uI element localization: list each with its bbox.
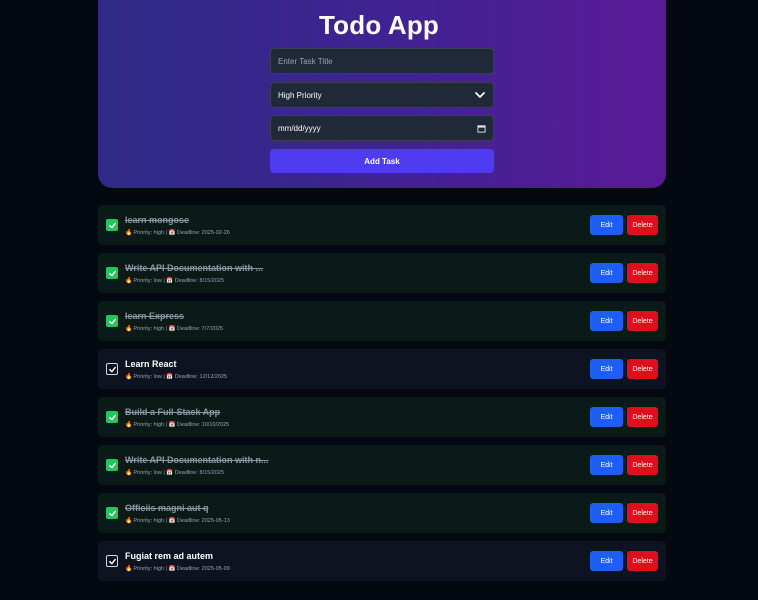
- task-meta: 🔥 Priority: high | 📅 Deadline: 2025-05-13: [125, 517, 230, 525]
- task-title-placeholder: Enter Task Title: [278, 56, 333, 66]
- task-meta-text: Priority: low | 📅 Deadline: 12/12/2025: [133, 373, 228, 380]
- delete-button[interactable]: Delete: [627, 407, 658, 427]
- task-row: Write API Documentation with n... 🔥 Priori…: [98, 445, 666, 485]
- task-meta: 🔥 Priority: low | 📅 Deadline: 8/15/2025: [125, 277, 225, 285]
- task-title: learn mongose: [125, 215, 190, 225]
- task-row: Officiis magni aut q 🔥 Priority: high | 📅 …: [98, 493, 666, 533]
- task-meta-text: Priority: high | 📅 Deadline: 2025-02-26: [133, 229, 230, 236]
- checkmark-icon: [108, 318, 116, 324]
- edit-button[interactable]: Edit: [590, 551, 623, 571]
- task-meta-text: Priority: high | 📅 Deadline: 10/10/2025: [133, 421, 230, 428]
- delete-button[interactable]: Delete: [627, 455, 658, 475]
- task-meta-text: Priority: low | 📅 Deadline: 8/15/2025: [133, 469, 225, 476]
- calendar-icon[interactable]: [477, 124, 486, 133]
- task-meta-text: Priority: high | 📅 Deadline: 2025-05-09: [133, 565, 230, 572]
- edit-button[interactable]: Edit: [590, 455, 623, 475]
- task-checkbox[interactable]: [106, 459, 118, 471]
- delete-button[interactable]: Delete: [627, 359, 658, 379]
- fire-icon: 🔥: [125, 566, 133, 572]
- fire-icon: 🔥: [125, 326, 133, 332]
- add-task-button[interactable]: Add Task: [270, 149, 494, 173]
- edit-button[interactable]: Edit: [590, 263, 623, 283]
- deadline-placeholder: mm/dd/yyyy: [278, 123, 321, 133]
- todo-app: Todo App Enter Task Title High Priority …: [0, 0, 758, 600]
- task-meta-text: Priority: low | 📅 Deadline: 8/15/2025: [133, 277, 225, 284]
- task-row: learn mongose 🔥 Priority: high | 📅 Deadlin…: [98, 205, 666, 245]
- checkmark-icon: [108, 366, 116, 372]
- task-row: Build a Full-Stack App 🔥 Priority: high | …: [98, 397, 666, 437]
- fire-icon: 🔥: [125, 470, 133, 476]
- task-list: learn mongose 🔥 Priority: high | 📅 Deadlin…: [98, 205, 666, 589]
- chevron-down-icon: [475, 92, 485, 98]
- task-title: Write API Documentation with ...: [125, 263, 264, 273]
- fire-icon: 🔥: [125, 374, 133, 380]
- edit-button[interactable]: Edit: [590, 311, 623, 331]
- task-row: learn Express 🔥 Priority: high | 📅 Deadlin…: [98, 301, 666, 341]
- task-row: Learn React 🔥 Priority: low | 📅 Deadline: …: [98, 349, 666, 389]
- checkmark-icon: [108, 462, 116, 468]
- fire-icon: 🔥: [125, 422, 133, 428]
- task-meta-text: Priority: high | 📅 Deadline: 7/7/2025: [133, 325, 224, 332]
- task-row: Write API Documentation with ... 🔥 Priorit…: [98, 253, 666, 293]
- task-checkbox[interactable]: [106, 267, 118, 279]
- task-checkbox[interactable]: [106, 315, 118, 327]
- task-title: Officiis magni aut q: [125, 503, 209, 513]
- checkmark-icon: [108, 270, 116, 276]
- fire-icon: 🔥: [125, 278, 133, 284]
- task-checkbox[interactable]: [106, 363, 118, 375]
- task-title: learn Express: [125, 311, 185, 321]
- edit-button[interactable]: Edit: [590, 215, 623, 235]
- edit-button[interactable]: Edit: [590, 503, 623, 523]
- priority-select[interactable]: High Priority: [270, 82, 494, 108]
- delete-button[interactable]: Delete: [627, 503, 658, 523]
- task-meta: 🔥 Priority: high | 📅 Deadline: 2025-02-26: [125, 229, 230, 237]
- task-meta: 🔥 Priority: high | 📅 Deadline: 2025-05-09: [125, 565, 230, 573]
- task-row: Fugiat rem ad autem 🔥 Priority: high | 📅 D…: [98, 541, 666, 581]
- edit-button[interactable]: Edit: [590, 407, 623, 427]
- edit-button[interactable]: Edit: [590, 359, 623, 379]
- checkmark-icon: [108, 558, 116, 564]
- priority-selected-value: High Priority: [278, 90, 322, 100]
- task-meta-text: Priority: high | 📅 Deadline: 2025-05-13: [133, 517, 230, 524]
- page-title: Todo App: [319, 10, 439, 40]
- task-checkbox[interactable]: [106, 411, 118, 423]
- task-checkbox[interactable]: [106, 555, 118, 567]
- task-title-input[interactable]: Enter Task Title: [270, 48, 494, 74]
- task-meta: 🔥 Priority: high | 📅 Deadline: 7/7/2025: [125, 325, 224, 333]
- task-meta: 🔥 Priority: low | 📅 Deadline: 12/12/2025: [125, 373, 228, 381]
- checkmark-icon: [108, 414, 116, 420]
- fire-icon: 🔥: [125, 518, 133, 524]
- task-title: Build a Full-Stack App: [125, 407, 221, 417]
- task-title: Learn React: [125, 359, 177, 369]
- delete-button[interactable]: Delete: [627, 215, 658, 235]
- task-checkbox[interactable]: [106, 507, 118, 519]
- task-checkbox[interactable]: [106, 219, 118, 231]
- task-meta: 🔥 Priority: high | 📅 Deadline: 10/10/2025: [125, 421, 230, 429]
- delete-button[interactable]: Delete: [627, 311, 658, 331]
- fire-icon: 🔥: [125, 230, 133, 236]
- checkmark-icon: [108, 222, 116, 228]
- task-meta: 🔥 Priority: low | 📅 Deadline: 8/15/2025: [125, 469, 225, 477]
- deadline-date-input[interactable]: mm/dd/yyyy: [270, 115, 494, 141]
- task-title: Write API Documentation with n...: [125, 455, 269, 465]
- task-title: Fugiat rem ad autem: [125, 551, 214, 561]
- delete-button[interactable]: Delete: [627, 263, 658, 283]
- checkmark-icon: [108, 510, 116, 516]
- delete-button[interactable]: Delete: [627, 551, 658, 571]
